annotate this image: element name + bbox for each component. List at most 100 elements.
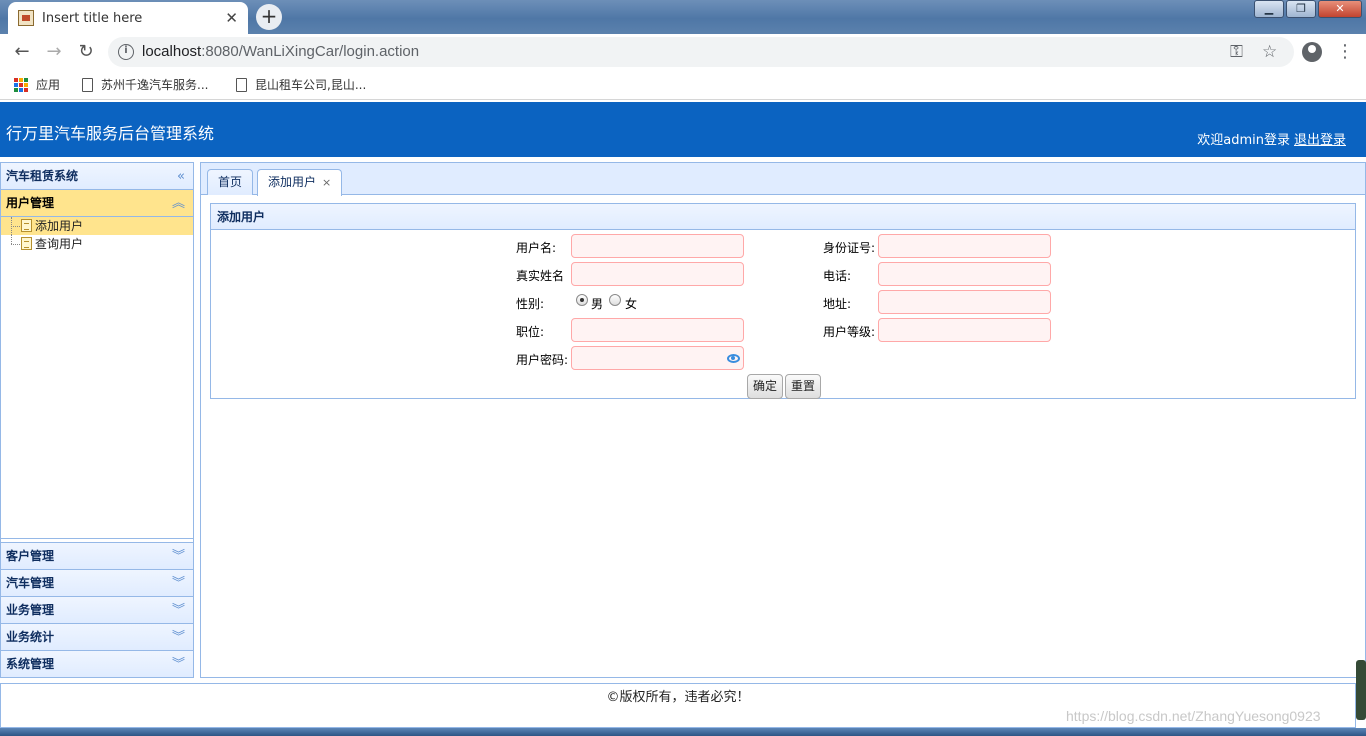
forward-arrow-icon[interactable]: → <box>42 41 66 65</box>
user-level-input[interactable] <box>878 318 1051 342</box>
browser-tab-title: Insert title here <box>42 10 143 26</box>
new-tab-button[interactable]: + <box>256 4 282 30</box>
user-welcome: 欢迎admin登录 退出登录 <box>1197 129 1346 148</box>
tab-home[interactable]: 首页 <box>207 169 254 195</box>
chevron-down-icon[interactable]: ︾ <box>172 570 185 597</box>
tree-item-label: 添加用户 <box>35 219 84 233</box>
gender-label: 性别: <box>516 297 545 311</box>
page-icon <box>21 237 32 250</box>
address-label: 地址: <box>823 297 852 311</box>
idcard-input[interactable] <box>878 234 1051 258</box>
chevron-down-icon[interactable]: ︾ <box>172 543 185 570</box>
bookmark-item[interactable]: 苏州千逸汽车服务... <box>82 76 208 93</box>
chevron-up-icon[interactable]: ︽ <box>172 190 185 217</box>
tab-add-user[interactable]: 添加用户 × <box>257 169 343 196</box>
os-taskbar <box>0 728 1366 736</box>
browser-tab[interactable]: Insert title here ✕ <box>8 2 248 34</box>
gender-male-label: 男 <box>591 297 604 311</box>
url-host: localhost <box>142 43 202 60</box>
submit-button[interactable]: 确定 <box>747 374 784 399</box>
tree-item-label: 查询用户 <box>35 237 84 251</box>
bookmark-apps[interactable]: 应用 <box>14 76 60 93</box>
user-level-label: 用户等级: <box>823 325 876 339</box>
password-input[interactable] <box>571 346 744 370</box>
accordion-label: 业务统计 <box>6 630 55 644</box>
show-password-eye-icon[interactable] <box>727 354 740 363</box>
password-key-icon[interactable]: ⚿ <box>1230 42 1243 62</box>
accordion-label: 业务管理 <box>6 603 55 617</box>
window-controls: ▁ ❐ ✕ <box>1254 0 1362 18</box>
accordion-label: 用户管理 <box>6 196 55 210</box>
copyright-text: ©版权所有，违者必究！ <box>606 690 750 705</box>
tree-item-add-user[interactable]: 添加用户 <box>1 217 193 235</box>
position-input[interactable] <box>571 318 744 342</box>
back-arrow-icon[interactable]: ← <box>10 41 34 65</box>
tree-connector <box>11 244 20 245</box>
chevron-down-icon[interactable]: ︾ <box>172 624 185 651</box>
site-info-icon[interactable]: i <box>118 44 134 60</box>
reload-icon[interactable]: ↻ <box>74 41 98 65</box>
document-icon <box>236 77 247 92</box>
panel-title: 添加用户 <box>211 204 1355 230</box>
accordion-user-management[interactable]: 用户管理 ︽ <box>1 190 193 217</box>
chevron-down-icon[interactable]: ︾ <box>172 597 185 624</box>
browser-toolbar: ← → ↻ i localhost:8080/WanLiXingCar/logi… <box>0 34 1366 70</box>
profile-avatar-icon[interactable] <box>1302 42 1322 62</box>
accordion-business-management[interactable]: 业务管理 ︾ <box>1 596 193 623</box>
gender-female-radio[interactable] <box>609 294 621 306</box>
position-label: 职位: <box>516 325 545 339</box>
main-content: 首页 添加用户 × 添加用户 用户名: 身份证号: 真实姓名 电话: 性别: 男 … <box>200 162 1366 678</box>
address-input[interactable] <box>878 290 1051 314</box>
username-label: 用户名: <box>516 241 557 255</box>
accordion-system-management[interactable]: 系统管理 ︾ <box>1 650 193 677</box>
maximize-button[interactable]: ❐ <box>1286 0 1316 18</box>
gender-male-radio[interactable] <box>576 294 588 306</box>
accordion-label: 客户管理 <box>6 549 55 563</box>
add-user-panel: 添加用户 用户名: 身份证号: 真实姓名 电话: 性别: 男 女 地址: 职位:… <box>210 203 1356 399</box>
url-path: :8080/WanLiXingCar/login.action <box>201 43 420 60</box>
browser-titlebar: Insert title here ✕ + ▁ ❐ ✕ <box>0 0 1366 34</box>
accordion-car-management[interactable]: 汽车管理 ︾ <box>1 569 193 596</box>
browser-menu-icon[interactable]: ⋮ <box>1336 41 1354 62</box>
page-icon <box>21 219 32 232</box>
accordion-groups: 客户管理 ︾ 汽车管理 ︾ 业务管理 ︾ 业务统计 ︾ 系统管理 ︾ <box>1 542 193 677</box>
realname-input[interactable] <box>571 262 744 286</box>
phone-label: 电话: <box>823 269 852 283</box>
tree-line <box>11 235 12 244</box>
accordion-body-user-management: 添加用户 查询用户 <box>1 217 193 539</box>
content-tabs: 首页 添加用户 × <box>201 163 1365 196</box>
sidebar-title-label: 汽车租赁系统 <box>6 169 79 183</box>
chevron-down-icon[interactable]: ︾ <box>172 651 185 678</box>
reset-button[interactable]: 重置 <box>785 374 822 399</box>
accordion-business-statistics[interactable]: 业务统计 ︾ <box>1 623 193 650</box>
collapse-sidebar-icon[interactable]: « <box>177 163 185 190</box>
accordion-customer-management[interactable]: 客户管理 ︾ <box>1 542 193 569</box>
bookmark-apps-label: 应用 <box>36 78 61 92</box>
scrollbar-thumb[interactable] <box>1356 660 1366 720</box>
sidebar-title: 汽车租赁系统 « <box>1 163 193 190</box>
welcome-text: 欢迎admin登录 <box>1197 133 1290 148</box>
minimize-button[interactable]: ▁ <box>1254 0 1284 18</box>
app-header: 行万里汽车服务后台管理系统 欢迎admin登录 退出登录 <box>0 102 1366 157</box>
tab-label: 添加用户 <box>268 175 317 189</box>
tab-label: 首页 <box>218 175 243 189</box>
phone-input[interactable] <box>878 262 1051 286</box>
gender-female-label: 女 <box>625 297 638 311</box>
address-bar[interactable]: i localhost:8080/WanLiXingCar/login.acti… <box>108 37 1294 67</box>
tab-close-icon[interactable]: × <box>322 176 331 189</box>
idcard-label: 身份证号: <box>823 241 876 255</box>
tree-item-query-user[interactable]: 查询用户 <box>1 235 193 253</box>
apps-grid-icon <box>14 77 28 92</box>
address-url[interactable]: localhost:8080/WanLiXingCar/login.action <box>142 43 419 60</box>
window-close-button[interactable]: ✕ <box>1318 0 1362 18</box>
bookmark-star-icon[interactable]: ☆ <box>1262 42 1277 62</box>
username-input[interactable] <box>571 234 744 258</box>
app-title: 行万里汽车服务后台管理系统 <box>6 124 215 143</box>
realname-label: 真实姓名 <box>516 269 565 283</box>
tab-close-icon[interactable]: ✕ <box>225 9 238 27</box>
bookmark-item[interactable]: 昆山租车公司,昆山... <box>236 76 366 93</box>
bookmark-label: 苏州千逸汽车服务... <box>101 78 209 92</box>
logout-link[interactable]: 退出登录 <box>1294 133 1346 148</box>
tree-connector <box>11 226 20 227</box>
bookmarks-bar: 应用 苏州千逸汽车服务... 昆山租车公司,昆山... <box>0 70 1366 100</box>
